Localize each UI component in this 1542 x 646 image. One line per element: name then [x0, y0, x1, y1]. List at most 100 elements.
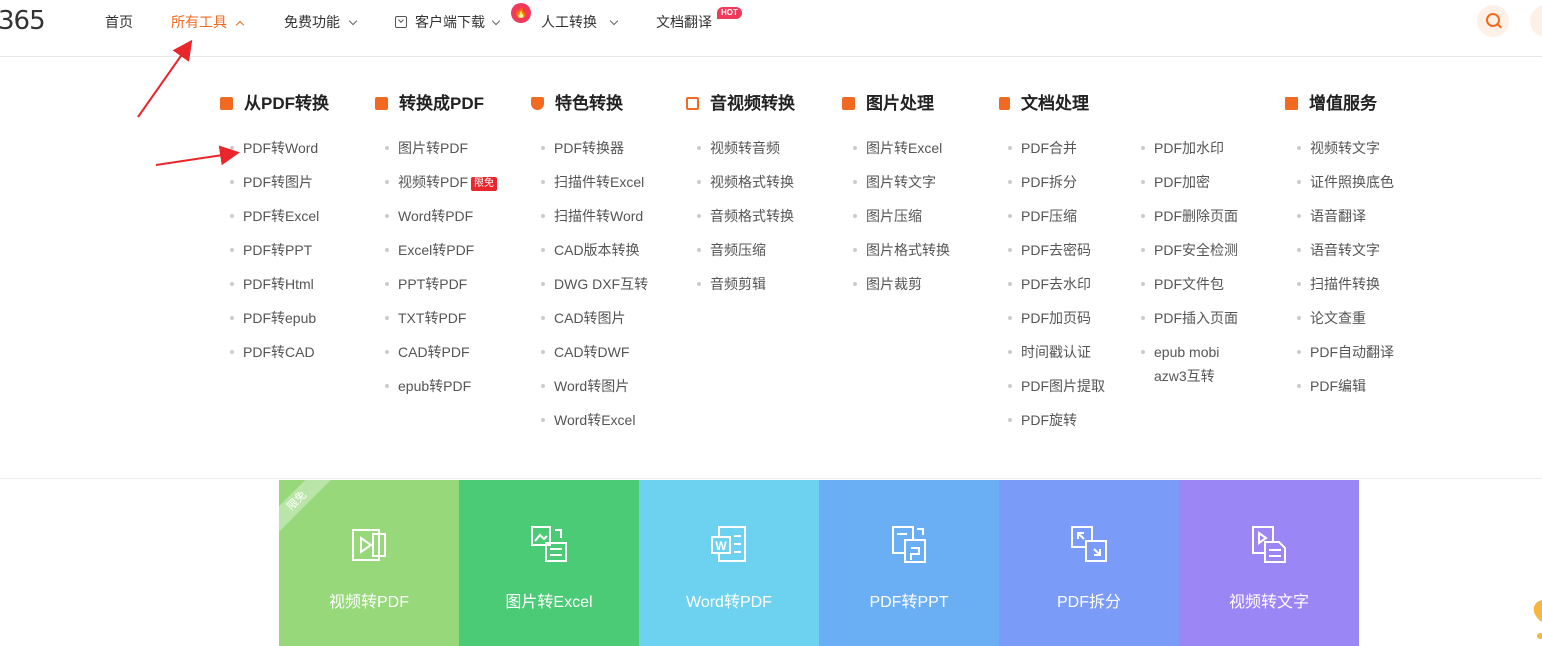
menu-link[interactable]: 论文查重: [1297, 308, 1394, 342]
column-title: 转换成PDF: [375, 93, 484, 115]
column-list: 图片转Excel 图片转文字 图片压缩 图片格式转换 图片裁剪: [853, 138, 950, 308]
menu-link[interactable]: 视频格式转换: [697, 172, 794, 206]
menu-link[interactable]: PDF合并: [1008, 138, 1105, 172]
menu-link[interactable]: 视频转PDF 限免: [385, 172, 497, 206]
pdf-split-icon: [1071, 526, 1107, 562]
menu-link[interactable]: PDF去密码: [1008, 240, 1105, 274]
tile-pdf-split[interactable]: PDF拆分: [999, 480, 1179, 646]
menu-link[interactable]: PDF加页码: [1008, 308, 1105, 342]
tile-image-to-excel[interactable]: 图片转Excel: [459, 480, 639, 646]
menu-link[interactable]: PDF图片提取: [1008, 376, 1105, 410]
user-avatar[interactable]: [1530, 5, 1542, 37]
menu-link[interactable]: 语音翻译: [1297, 206, 1394, 240]
menu-link[interactable]: CAD转PDF: [385, 342, 497, 376]
floating-gift-icon[interactable]: [1528, 600, 1542, 646]
nav-client-download[interactable]: 客户端下载: [395, 12, 501, 32]
menu-link[interactable]: PDF转Excel: [229, 206, 319, 240]
menu-link[interactable]: 音频剪辑: [697, 274, 794, 308]
image-excel-icon: [531, 526, 567, 562]
menu-link[interactable]: PDF拆分: [1008, 172, 1105, 206]
menu-link[interactable]: CAD转图片: [540, 308, 648, 342]
chevron-down-icon: [609, 16, 619, 26]
menu-link[interactable]: Excel转PDF: [385, 240, 497, 274]
menu-link[interactable]: PDF删除页面: [1141, 206, 1244, 240]
menu-link[interactable]: epub转PDF: [385, 376, 497, 410]
menu-link[interactable]: PDF转Word: [229, 138, 319, 172]
nav-doc-translate[interactable]: 文档翻译: [656, 12, 712, 32]
nav-manual-conversion[interactable]: 人工转换: [541, 12, 619, 32]
hot-badge: HOT: [717, 7, 742, 19]
menu-link[interactable]: PDF文件包: [1141, 274, 1244, 308]
search-icon[interactable]: [1477, 5, 1509, 37]
nav-home[interactable]: 首页: [105, 12, 133, 32]
menu-link[interactable]: Word转Excel: [540, 410, 648, 444]
tile-label: PDF转PPT: [869, 594, 949, 611]
menu-link[interactable]: 图片格式转换: [853, 240, 950, 274]
nav-manual-label: 人工转换: [541, 14, 597, 30]
menu-link[interactable]: PDF编辑: [1297, 376, 1394, 410]
column-list: 图片转PDF 视频转PDF 限免 Word转PDF Excel转PDF PPT转P…: [385, 138, 497, 410]
column-title-text: 转换成PDF: [399, 94, 484, 113]
menu-link[interactable]: PDF压缩: [1008, 206, 1105, 240]
chevron-down-icon: [491, 16, 501, 26]
video-text-icon: [1252, 526, 1286, 563]
tile-word-to-pdf[interactable]: W Word转PDF: [639, 480, 819, 646]
menu-link[interactable]: 时间戳认证: [1008, 342, 1105, 376]
download-icon: [395, 16, 407, 28]
menu-link[interactable]: PDF转Html: [229, 274, 319, 308]
menu-link[interactable]: DWG DXF互转: [540, 274, 648, 308]
nav-free-features[interactable]: 免费功能: [284, 12, 358, 32]
menu-link[interactable]: 扫描件转Excel: [540, 172, 648, 206]
menu-link[interactable]: 图片裁剪: [853, 274, 950, 308]
menu-link[interactable]: 视频转文字: [1297, 138, 1394, 172]
menu-link[interactable]: 音频格式转换: [697, 206, 794, 240]
menu-link[interactable]: 证件照换底色: [1297, 172, 1394, 206]
menu-link[interactable]: PDF安全检测: [1141, 240, 1244, 274]
menu-link[interactable]: 扫描件转换: [1297, 274, 1394, 308]
nav-all-tools[interactable]: 所有工具: [171, 12, 245, 32]
menu-link[interactable]: PPT转PDF: [385, 274, 497, 308]
menu-link[interactable]: PDF转换器: [540, 138, 648, 172]
menu-link[interactable]: TXT转PDF: [385, 308, 497, 342]
menu-link[interactable]: 语音转文字: [1297, 240, 1394, 274]
menu-link[interactable]: 扫描件转Word: [540, 206, 648, 240]
tile-pdf-to-ppt[interactable]: PDF转PPT: [819, 480, 999, 646]
fire-icon: 🔥: [511, 3, 531, 23]
menu-link[interactable]: CAD版本转换: [540, 240, 648, 274]
column-title: 从PDF转换: [220, 93, 329, 115]
column-title-text: 从PDF转换: [244, 94, 329, 113]
column-list: PDF转Word PDF转图片 PDF转Excel PDF转PPT PDF转Ht…: [229, 138, 319, 376]
menu-link[interactable]: PDF自动翻译: [1297, 342, 1394, 376]
menu-link[interactable]: CAD转DWF: [540, 342, 648, 376]
chevron-up-icon: [235, 20, 245, 30]
pdf-convert-icon: [220, 97, 233, 110]
menu-link[interactable]: 图片转PDF: [385, 138, 497, 172]
menu-link[interactable]: epub mobi azw3互转: [1141, 340, 1244, 388]
menu-link[interactable]: 图片转文字: [853, 172, 950, 206]
menu-link[interactable]: PDF去水印: [1008, 274, 1105, 308]
menu-link[interactable]: PDF转PPT: [229, 240, 319, 274]
site-logo[interactable]: 365: [0, 6, 46, 36]
nav-download-label: 客户端下载: [415, 14, 485, 30]
menu-link[interactable]: 图片压缩: [853, 206, 950, 240]
menu-link[interactable]: PDF插入页面: [1141, 308, 1244, 342]
menu-link[interactable]: PDF转epub: [229, 308, 319, 342]
column-title-text: 特色转换: [555, 94, 623, 113]
tile-video-to-pdf[interactable]: 限免 视频转PDF: [279, 480, 459, 646]
menu-link[interactable]: PDF转图片: [229, 172, 319, 206]
video-pdf-icon: [352, 529, 386, 561]
menu-link[interactable]: PDF加密: [1141, 172, 1244, 206]
column-title: 音视频转换: [686, 93, 795, 115]
menu-link[interactable]: 音频压缩: [697, 240, 794, 274]
star-shield-icon: [531, 97, 544, 110]
column-list: PDF合并 PDF拆分 PDF压缩 PDF去密码 PDF去水印 PDF加页码 时…: [1008, 138, 1105, 444]
menu-link[interactable]: PDF旋转: [1008, 410, 1105, 444]
menu-link[interactable]: Word转图片: [540, 376, 648, 410]
menu-link[interactable]: PDF加水印: [1141, 138, 1244, 172]
tile-video-to-text[interactable]: 视频转文字: [1179, 480, 1359, 646]
menu-link[interactable]: 图片转Excel: [853, 138, 950, 172]
menu-link[interactable]: Word转PDF: [385, 206, 497, 240]
nav-all-tools-label: 所有工具: [171, 14, 227, 30]
menu-link[interactable]: 视频转音频: [697, 138, 794, 172]
menu-link[interactable]: PDF转CAD: [229, 342, 319, 376]
